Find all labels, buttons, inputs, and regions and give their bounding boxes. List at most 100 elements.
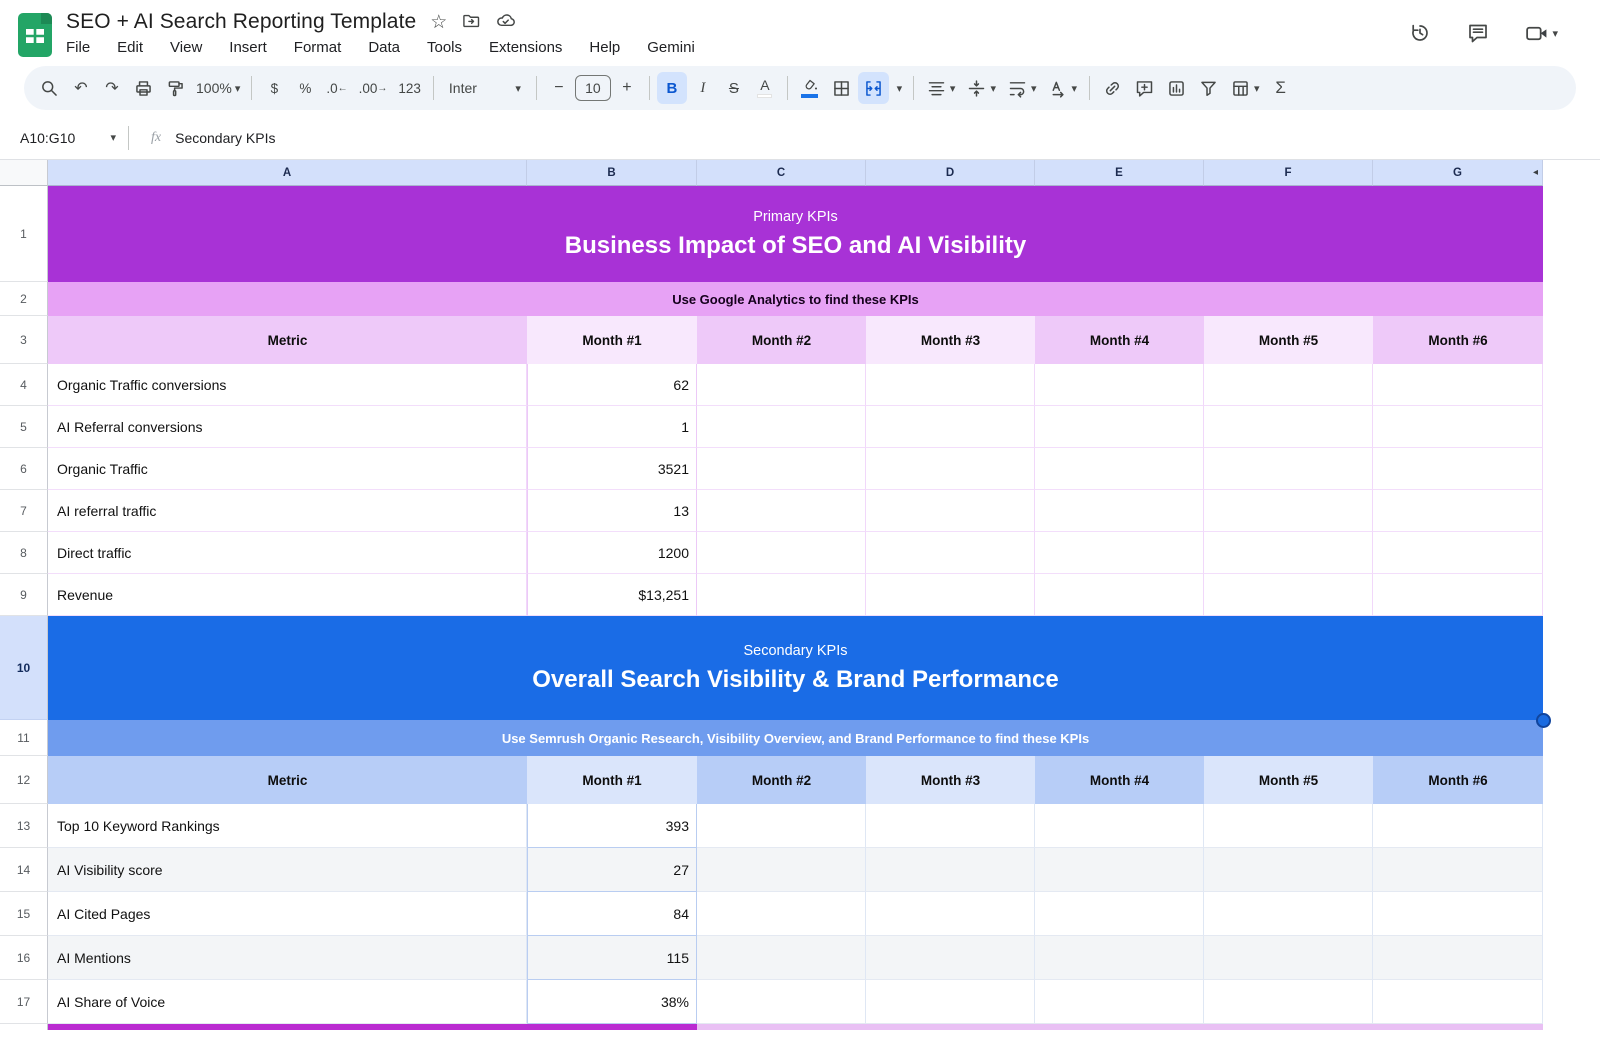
insert-comment-icon[interactable] bbox=[1129, 72, 1160, 104]
header-cell-month6[interactable]: Month #6 bbox=[1373, 316, 1543, 364]
cell-metric[interactable]: Organic Traffic bbox=[48, 448, 527, 490]
header-cell-month4[interactable]: Month #4 bbox=[1035, 316, 1204, 364]
column-header-e[interactable]: E bbox=[1035, 160, 1204, 186]
header-cell-month1[interactable]: Month #1 bbox=[527, 756, 697, 804]
cell-empty[interactable] bbox=[697, 490, 866, 532]
insert-chart-icon[interactable] bbox=[1161, 72, 1192, 104]
cell-metric[interactable]: Direct traffic bbox=[48, 532, 527, 574]
collapse-arrow-icon[interactable]: ◂ bbox=[1533, 167, 1538, 178]
cell-empty[interactable] bbox=[1035, 406, 1204, 448]
cell-value[interactable]: 13 bbox=[527, 490, 697, 532]
header-cell-metric[interactable]: Metric bbox=[48, 756, 527, 804]
cell-empty[interactable] bbox=[866, 936, 1035, 980]
cell-empty[interactable] bbox=[1204, 848, 1373, 892]
header-cell-month2[interactable]: Month #2 bbox=[697, 316, 866, 364]
cell-value[interactable]: 38% bbox=[527, 980, 697, 1024]
document-title[interactable]: SEO + AI Search Reporting Template bbox=[66, 10, 416, 34]
cell-empty[interactable] bbox=[866, 532, 1035, 574]
cell-empty[interactable] bbox=[866, 364, 1035, 406]
row-header-11[interactable]: 11 bbox=[0, 720, 48, 756]
cell-value[interactable]: 62 bbox=[527, 364, 697, 406]
meet-dropdown-caret-icon[interactable]: ▾ bbox=[1552, 27, 1558, 40]
font-family-select[interactable]: Inter ▾ bbox=[441, 72, 529, 104]
header-cell-month2[interactable]: Month #2 bbox=[697, 756, 866, 804]
comments-icon[interactable] bbox=[1466, 21, 1490, 45]
cell-empty[interactable] bbox=[1035, 364, 1204, 406]
format-percent-icon[interactable]: % bbox=[290, 72, 320, 104]
row-header-14[interactable]: 14 bbox=[0, 848, 48, 892]
menu-help[interactable]: Help bbox=[589, 39, 620, 56]
secondary-note-cell[interactable]: Use Semrush Organic Research, Visibility… bbox=[48, 720, 1543, 756]
cell-metric[interactable]: AI Share of Voice bbox=[48, 980, 527, 1024]
cell-value[interactable]: 393 bbox=[527, 804, 697, 848]
cell-metric[interactable]: Organic Traffic conversions bbox=[48, 364, 527, 406]
cell-empty[interactable] bbox=[866, 892, 1035, 936]
row-header-15[interactable]: 15 bbox=[0, 892, 48, 936]
cell-metric[interactable]: Revenue bbox=[48, 574, 527, 616]
name-box[interactable]: A10:G10 ▾ bbox=[14, 130, 122, 146]
more-formats-icon[interactable]: 123 bbox=[393, 72, 426, 104]
cell-value[interactable]: 1200 bbox=[527, 532, 697, 574]
row-header-4[interactable]: 4 bbox=[0, 364, 48, 406]
paint-format-icon[interactable] bbox=[160, 72, 191, 104]
row-header-6[interactable]: 6 bbox=[0, 448, 48, 490]
menu-gemini[interactable]: Gemini bbox=[647, 39, 695, 56]
cell-metric[interactable]: AI Visibility score bbox=[48, 848, 527, 892]
column-header-b[interactable]: B bbox=[527, 160, 697, 186]
cell-empty[interactable] bbox=[1035, 574, 1204, 616]
text-color-button[interactable]: A bbox=[750, 72, 780, 104]
filter-icon[interactable] bbox=[1193, 72, 1224, 104]
cell-empty[interactable] bbox=[1373, 892, 1543, 936]
cell-empty[interactable] bbox=[1373, 406, 1543, 448]
print-icon[interactable] bbox=[128, 72, 159, 104]
cell-empty[interactable] bbox=[1373, 448, 1543, 490]
cell-empty[interactable] bbox=[697, 804, 866, 848]
cell-empty[interactable] bbox=[697, 406, 866, 448]
fill-color-button[interactable] bbox=[795, 72, 825, 104]
cell-empty[interactable] bbox=[1204, 892, 1373, 936]
cell-metric[interactable]: Top 10 Keyword Rankings bbox=[48, 804, 527, 848]
header-cell-month6[interactable]: Month #6 bbox=[1373, 756, 1543, 804]
vertical-align-button[interactable]: ▾ bbox=[961, 72, 1001, 104]
row-header-12[interactable]: 12 bbox=[0, 756, 48, 804]
cell-empty[interactable] bbox=[1373, 936, 1543, 980]
cell-empty[interactable] bbox=[1373, 980, 1543, 1024]
decrease-font-size-button[interactable]: − bbox=[544, 72, 574, 104]
cell-empty[interactable] bbox=[1204, 574, 1373, 616]
cell-empty[interactable] bbox=[1204, 532, 1373, 574]
cell-empty[interactable] bbox=[697, 364, 866, 406]
menu-file[interactable]: File bbox=[66, 39, 90, 56]
cell-empty[interactable] bbox=[1035, 980, 1204, 1024]
cell-empty[interactable] bbox=[1373, 574, 1543, 616]
horizontal-align-button[interactable]: ▾ bbox=[921, 72, 961, 104]
cell-empty[interactable] bbox=[1204, 804, 1373, 848]
zoom-select[interactable]: 100% ▾ bbox=[192, 72, 244, 104]
cell-empty[interactable] bbox=[1035, 848, 1204, 892]
menu-data[interactable]: Data bbox=[368, 39, 400, 56]
decrease-decimal-icon[interactable]: .0← bbox=[321, 72, 352, 104]
cell-metric[interactable]: AI Referral conversions bbox=[48, 406, 527, 448]
header-cell-month3[interactable]: Month #3 bbox=[866, 756, 1035, 804]
cell-empty[interactable] bbox=[1035, 532, 1204, 574]
functions-sigma-icon[interactable]: Σ bbox=[1266, 72, 1296, 104]
cell-empty[interactable] bbox=[866, 574, 1035, 616]
header-cell-month5[interactable]: Month #5 bbox=[1204, 316, 1373, 364]
cell-empty[interactable] bbox=[697, 532, 866, 574]
row-header-2[interactable]: 2 bbox=[0, 282, 48, 316]
menu-edit[interactable]: Edit bbox=[117, 39, 143, 56]
italic-button[interactable]: I bbox=[688, 72, 718, 104]
cell-empty[interactable] bbox=[866, 848, 1035, 892]
cell-empty[interactable] bbox=[1035, 892, 1204, 936]
row-header-13[interactable]: 13 bbox=[0, 804, 48, 848]
row-header-3[interactable]: 3 bbox=[0, 316, 48, 364]
cell-empty[interactable] bbox=[1373, 804, 1543, 848]
meet-video-icon[interactable]: ▾ bbox=[1524, 21, 1558, 46]
borders-button[interactable] bbox=[826, 72, 857, 104]
primary-note-cell[interactable]: Use Google Analytics to find these KPIs bbox=[48, 282, 1543, 316]
cell-empty[interactable] bbox=[1204, 448, 1373, 490]
cell-empty[interactable] bbox=[866, 980, 1035, 1024]
header-cell-month4[interactable]: Month #4 bbox=[1035, 756, 1204, 804]
cell-empty[interactable] bbox=[1035, 936, 1204, 980]
row-header-5[interactable]: 5 bbox=[0, 406, 48, 448]
menu-format[interactable]: Format bbox=[294, 39, 342, 56]
